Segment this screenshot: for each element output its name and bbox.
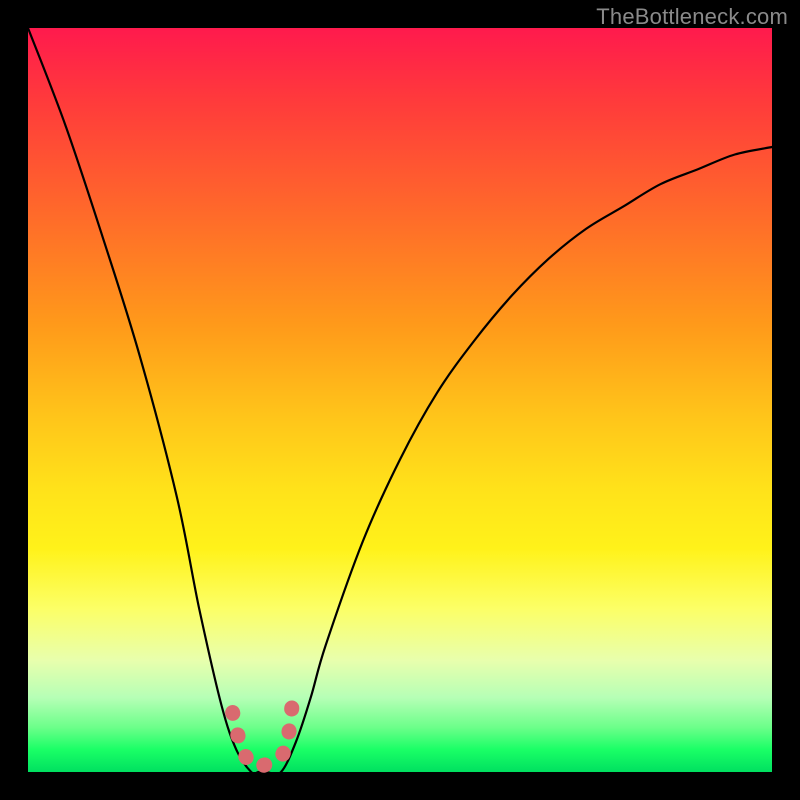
chart-plot-area <box>28 28 772 772</box>
bottleneck-curve-line <box>28 28 772 774</box>
no-bottleneck-zone-line <box>233 705 293 767</box>
chart-frame: TheBottleneck.com <box>0 0 800 800</box>
chart-svg <box>28 28 772 772</box>
watermark-text: TheBottleneck.com <box>596 4 788 30</box>
